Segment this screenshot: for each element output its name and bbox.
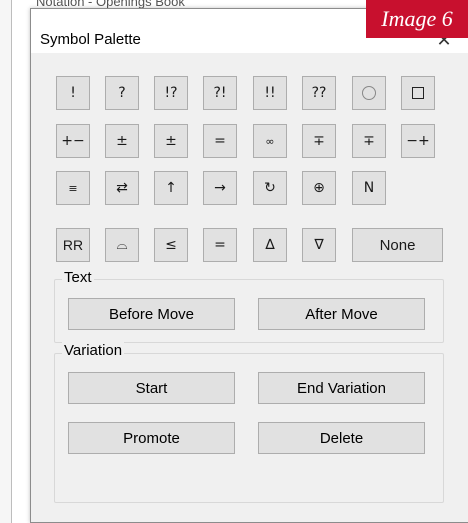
variation-group-label: Variation — [62, 342, 125, 359]
start-variation-button[interactable]: Start — [68, 372, 235, 404]
symbol-palette-dialog: Symbol Palette ✕ ! ? !? ?! !! ?? +− ± ± … — [30, 8, 468, 523]
symbol-button-initiative[interactable]: ↑ — [154, 171, 188, 205]
symbol-button-square[interactable] — [401, 76, 435, 110]
image-number-badge: Image 6 — [366, 0, 468, 38]
circle-icon — [362, 86, 376, 100]
symbol-button-dubious-move[interactable]: ?! — [203, 76, 237, 110]
symbol-button-zugzwang[interactable]: ↻ — [253, 171, 287, 205]
symbol-button-black-decisive[interactable]: −+ — [401, 124, 435, 158]
symbol-button-black-slight-advantage[interactable]: ∓ — [302, 124, 336, 158]
background-window-title: Notation - Openings Book — [36, 0, 185, 8]
after-move-button[interactable]: After Move — [258, 298, 425, 330]
symbol-button-time-pressure[interactable]: ⊕ — [302, 171, 336, 205]
symbol-button-black-advantage[interactable]: ∓ — [352, 124, 386, 158]
text-group-label: Text — [62, 269, 94, 286]
symbol-button-white-decisive[interactable]: +− — [56, 124, 90, 158]
symbol-button-novelty[interactable]: N — [352, 171, 386, 205]
symbol-button-blunder[interactable]: ?? — [302, 76, 336, 110]
symbol-button-good-move[interactable]: ! — [56, 76, 90, 110]
symbol-button-counterplay[interactable]: ⇄ — [105, 171, 139, 205]
symbol-button-unclear[interactable]: ∞ — [253, 124, 287, 158]
symbol-button-with-idea[interactable]: ⌓ — [105, 228, 139, 262]
symbol-button-worse-is[interactable]: ≤ — [154, 228, 188, 262]
promote-button[interactable]: Promote — [68, 422, 235, 454]
symbol-button-white-slight-advantage[interactable]: ± — [154, 124, 188, 158]
symbol-button-equal-alt[interactable]: = — [203, 228, 237, 262]
symbol-button-mistake[interactable]: ? — [105, 76, 139, 110]
symbol-button-better-is[interactable]: ∇ — [302, 228, 336, 262]
symbol-button-white-advantage[interactable]: ± — [105, 124, 139, 158]
square-icon — [412, 87, 424, 99]
background-left-strip — [0, 0, 12, 523]
symbol-button-interesting-move[interactable]: !? — [154, 76, 188, 110]
delete-button[interactable]: Delete — [258, 422, 425, 454]
before-move-button[interactable]: Before Move — [68, 298, 235, 330]
symbol-button-none[interactable]: None — [352, 228, 443, 262]
symbol-button-attack[interactable]: → — [203, 171, 237, 205]
symbol-button-development[interactable]: ≡ — [56, 171, 90, 205]
symbol-button-editorial-comment[interactable]: RR — [56, 228, 90, 262]
symbol-button-circle[interactable] — [352, 76, 386, 110]
symbol-button-with-idea-triangle[interactable]: ∆ — [253, 228, 287, 262]
dialog-title: Symbol Palette — [40, 31, 141, 48]
symbol-button-equal[interactable]: = — [203, 124, 237, 158]
end-variation-button[interactable]: End Variation — [258, 372, 425, 404]
symbol-button-brilliant-move[interactable]: !! — [253, 76, 287, 110]
